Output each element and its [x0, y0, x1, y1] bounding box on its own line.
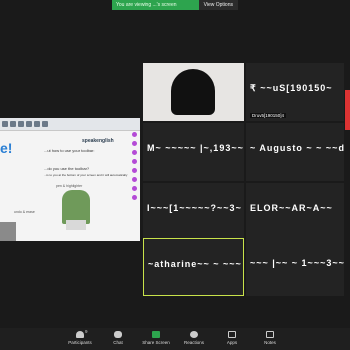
toolbar-icon	[26, 121, 32, 127]
slide-logo: speakenglish	[82, 138, 114, 144]
plant-image	[62, 190, 90, 224]
participant-tile[interactable]: ELOR~~AR~A~~	[246, 183, 344, 239]
slide-line: ...ut how to use your toolbar:	[44, 148, 95, 153]
reactions-label: Reactions	[183, 340, 204, 345]
participant-tile[interactable]: ~ Augusto ~ ~ ~~d~~	[246, 123, 344, 181]
participant-name: I~~~[1~~~~~?~~3~	[147, 203, 242, 213]
shared-toolbar	[0, 118, 140, 131]
apps-label: Apps	[226, 340, 238, 345]
tool-icon	[132, 159, 137, 164]
participant-tile-video[interactable]	[143, 63, 244, 121]
participant-name: ~ Augusto ~ ~ ~~d~~	[250, 143, 344, 153]
meeting-toolbar: 9 Participants Chat Share Screen Reactio…	[0, 328, 350, 350]
toolbar-icon	[10, 121, 16, 127]
tool-icon	[132, 195, 137, 200]
slide-caption: undo & erase	[14, 210, 35, 214]
participant-name: ELOR~~AR~A~~	[250, 203, 333, 213]
slide-line: ...is to you at the bottom of your scree…	[44, 173, 128, 177]
reactions-icon	[190, 331, 198, 338]
apps-button[interactable]: Apps	[219, 328, 245, 350]
share-status: You are viewing ...'s screen	[112, 0, 199, 10]
tool-icon	[132, 141, 137, 146]
toolbar-icon	[34, 121, 40, 127]
tool-icon	[132, 177, 137, 182]
tool-icon	[132, 168, 137, 173]
tool-icon	[132, 150, 137, 155]
participant-name: ₹ ~~uS[190150~	[250, 83, 333, 93]
participant-name: M~ ~~~~~ |~,193~~	[147, 143, 244, 153]
notes-label: Notes	[264, 340, 276, 345]
toolbar-icon	[2, 121, 8, 127]
tool-icon	[132, 132, 137, 137]
participant-tile[interactable]: I~~~[1~~~~~?~~3~	[143, 183, 244, 239]
share-screen-label: Share Screen	[142, 340, 170, 345]
pot-image	[66, 220, 86, 230]
share-screen-button[interactable]: Share Screen	[142, 328, 170, 350]
participant-tile[interactable]: ₹ ~~uS[190150~ Druv5[190150]4	[246, 63, 344, 121]
view-options-button[interactable]: View Options	[198, 0, 238, 10]
apps-icon	[228, 331, 236, 338]
slide-title: e!	[0, 140, 13, 156]
participants-button[interactable]: 9 Participants	[67, 328, 93, 350]
shared-side-tools	[132, 132, 138, 232]
participant-name: ~~~ |~~ ~ 1~~~3~~	[250, 258, 344, 268]
toolbar-icon	[42, 121, 48, 127]
reactions-button[interactable]: Reactions	[181, 328, 207, 350]
participants-icon	[76, 331, 84, 338]
notes-icon	[266, 331, 274, 338]
tool-icon	[132, 186, 137, 191]
participant-silhouette	[171, 69, 215, 115]
sofa-image	[0, 222, 16, 241]
chat-label: Chat	[113, 340, 123, 345]
participant-tile[interactable]: M~ ~~~~~ |~,193~~	[143, 123, 244, 181]
toolbar-icon	[18, 121, 24, 127]
slide-line: ...do you use the toolbar?	[44, 166, 90, 171]
participant-tile-speaking[interactable]: ~atharine~~ ~ ~~~	[143, 238, 244, 296]
chat-icon	[114, 331, 122, 338]
share-screen-icon	[152, 331, 160, 338]
notes-button[interactable]: Notes	[257, 328, 283, 350]
edge-indicator	[345, 90, 350, 130]
participant-tile[interactable]: ~~~ |~~ ~ 1~~~3~~	[246, 238, 344, 296]
share-banner: You are viewing ...'s screen View Option…	[112, 0, 238, 10]
participant-label: Druv5[190150]4	[250, 113, 287, 118]
participants-count: 9	[85, 329, 88, 334]
slide-caption: pen & highlighter	[56, 184, 83, 188]
participant-name: ~atharine~~ ~ ~~~	[148, 259, 242, 269]
participants-label: Participants	[68, 340, 92, 345]
shared-screen: e! speakenglish ...ut how to use your to…	[0, 118, 140, 241]
chat-button[interactable]: Chat	[105, 328, 131, 350]
